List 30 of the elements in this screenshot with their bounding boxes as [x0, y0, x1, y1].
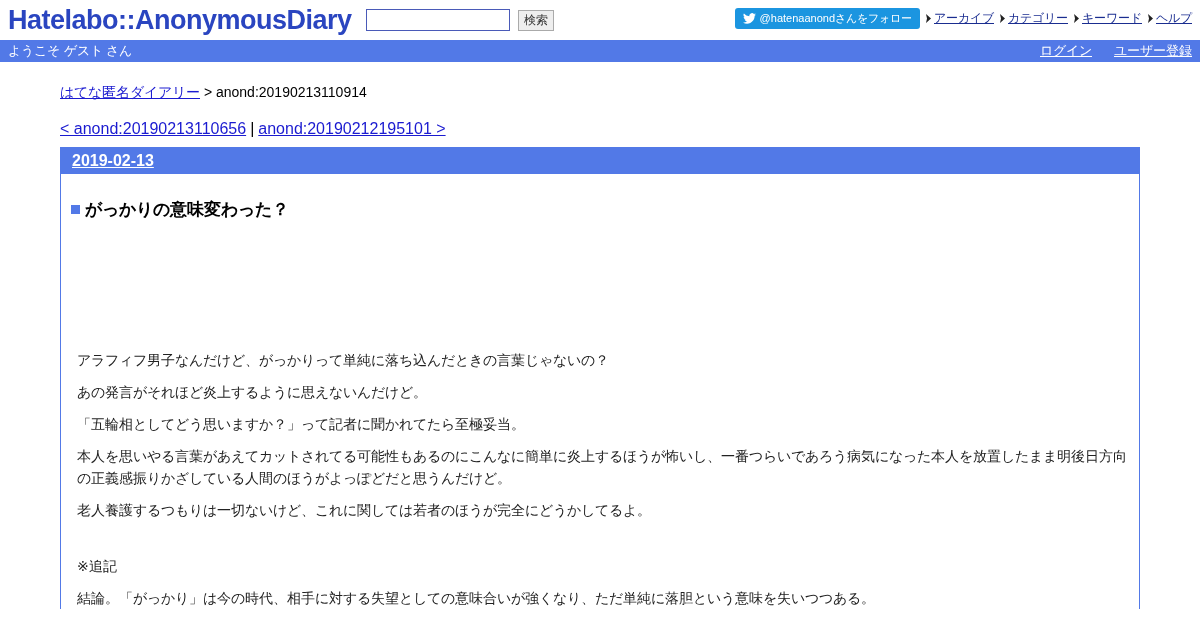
- user-link[interactable]: ログイン: [1040, 42, 1092, 60]
- nav-link[interactable]: ヘルプ: [1156, 9, 1192, 27]
- search-button[interactable]: 検索: [517, 9, 554, 31]
- prev-link[interactable]: < anond:20190213110656: [60, 120, 247, 138]
- arrow-icon: [1074, 13, 1080, 23]
- next-link[interactable]: anond:20190212195101 >: [258, 120, 446, 138]
- bird-icon: [742, 12, 756, 24]
- paragraph: あの発言がそれほど炎上するように思えないんだけど。: [77, 383, 428, 402]
- nav-link[interactable]: キーワード: [1082, 9, 1142, 27]
- search-field[interactable]: [365, 9, 510, 31]
- paragraph: 老人養護するつもりは一切ないけど、これに関しては若者のほうが完全にどうかしてるよ。: [77, 501, 652, 520]
- nav-link[interactable]: カテゴリー: [1008, 9, 1068, 27]
- arrow-icon: [926, 13, 932, 23]
- separator: |: [250, 120, 255, 138]
- nav-link[interactable]: アーカイブ: [934, 9, 994, 27]
- paragraph: 「五輪相としてどう思いますか？」って記者に聞かれてたら至極妥当。: [77, 415, 526, 434]
- square-icon: [71, 205, 80, 214]
- paragraph: 本人を思いやる言葉があえてカットされてる可能性もあるのにこんなに簡単に炎上するほうが怖いし、一番つらいであろう病気になった本人を放置したまま明後日方向の正義感振りかざしている人間のほうがよっぽどだと思うんだけど。: [77, 447, 1128, 488]
- arrow-icon: [1000, 13, 1006, 23]
- paragraph: 結論。「がっかり」は今の時代、相手に対する失望としての意味合いが強くなり、ただ単純に落胆という意味を失いつつある。: [77, 589, 876, 608]
- welcome-text: ようこそ ゲスト さん: [8, 42, 133, 60]
- site-logo[interactable]: Hatelabo::AnonymousDiary: [8, 4, 352, 36]
- entry-title: がっかりの意味変わった？: [85, 199, 289, 221]
- date-link[interactable]: 2019-02-13: [72, 152, 154, 170]
- arrow-icon: [1148, 13, 1154, 23]
- breadcrumb-current: > anond:20190213110914: [203, 84, 367, 100]
- user-link[interactable]: ユーザー登録: [1114, 42, 1192, 60]
- paragraph: アラフィフ男子なんだけど、がっかりって単純に落ち込んだときの言葉じゃないの？: [77, 351, 610, 370]
- breadcrumb-link[interactable]: はてな匿名ダイアリー: [60, 84, 200, 100]
- paragraph: ※追記: [77, 557, 118, 576]
